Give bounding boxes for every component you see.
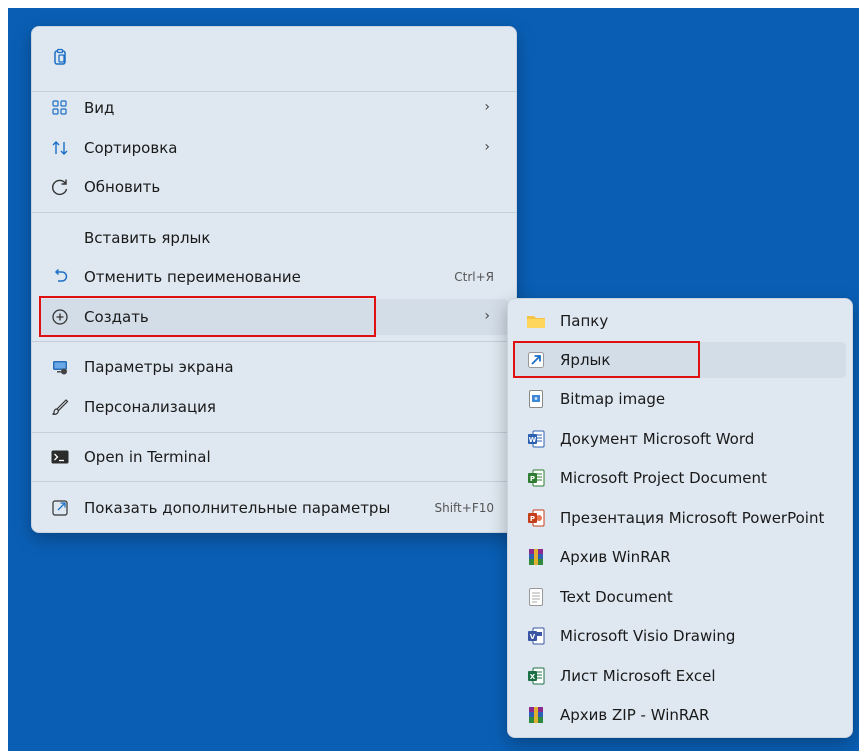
submenu-item-zip[interactable]: Архив ZIP - WinRAR <box>514 697 846 733</box>
submenu-item-label: Microsoft Visio Drawing <box>560 627 736 645</box>
project-icon: P <box>526 468 546 488</box>
terminal-icon <box>50 447 70 467</box>
shortcut-hint: Ctrl+Я <box>454 270 494 284</box>
menu-item-refresh[interactable]: Обновить <box>40 169 508 205</box>
display-settings-icon <box>50 357 70 377</box>
chevron-right-icon: › <box>484 139 490 155</box>
open-external-icon <box>50 498 70 518</box>
submenu-item-label: Лист Microsoft Excel <box>560 667 716 685</box>
menu-item-sort[interactable]: Сортировка › <box>40 130 508 166</box>
annotation-highlight-create <box>39 296 376 337</box>
menu-divider <box>32 341 516 342</box>
word-icon: W <box>526 429 546 449</box>
refresh-icon <box>50 177 70 197</box>
submenu-item-label: Text Document <box>560 588 673 606</box>
menu-item-show-more-options[interactable]: Показать дополнительные параметры Shift+… <box>40 490 508 526</box>
visio-icon: V <box>526 626 546 646</box>
shortcut-hint: Shift+F10 <box>434 501 494 515</box>
annotation-highlight-shortcut <box>513 341 700 378</box>
submenu-item-project[interactable]: P Microsoft Project Document <box>514 460 846 496</box>
context-menu: Вид › Сортировка › Обновить Вставить ярл… <box>31 26 517 533</box>
submenu-item-label: Архив ZIP - WinRAR <box>560 706 710 724</box>
powerpoint-icon: P <box>526 508 546 528</box>
submenu-item-label: Архив WinRAR <box>560 548 671 566</box>
clipboard-icon <box>50 47 70 67</box>
menu-item-label: Вставить ярлык <box>84 229 211 247</box>
submenu-item-powerpoint[interactable]: P Презентация Microsoft PowerPoint <box>514 500 846 536</box>
paste-button[interactable] <box>40 39 80 75</box>
submenu-item-label: Документ Microsoft Word <box>560 430 755 448</box>
menu-item-label: Персонализация <box>84 398 216 416</box>
svg-text:W: W <box>529 436 537 444</box>
menu-item-label: Сортировка <box>84 139 178 157</box>
menu-item-label: Параметры экрана <box>84 358 234 376</box>
submenu-item-winrar[interactable]: Архив WinRAR <box>514 539 846 575</box>
svg-text:P: P <box>530 475 535 483</box>
chevron-right-icon: › <box>484 308 490 324</box>
menu-item-label: Обновить <box>84 178 161 196</box>
submenu-item-label: Презентация Microsoft PowerPoint <box>560 509 825 527</box>
submenu-item-label: Bitmap image <box>560 390 666 408</box>
grid-icon <box>50 98 70 118</box>
menu-divider <box>32 212 516 213</box>
menu-item-personalization[interactable]: Персонализация <box>40 389 508 425</box>
menu-item-undo-rename[interactable]: Отменить переименование Ctrl+Я <box>40 259 508 295</box>
submenu-item-text-document[interactable]: Text Document <box>514 579 846 615</box>
submenu-item-bitmap[interactable]: Bitmap image <box>514 381 846 417</box>
submenu-item-folder[interactable]: Папку <box>514 303 846 339</box>
menu-divider <box>32 481 516 482</box>
menu-item-display-settings[interactable]: Параметры экрана <box>40 349 508 385</box>
winrar-zip-icon <box>526 705 546 725</box>
excel-icon: X <box>526 666 546 686</box>
svg-text:X: X <box>530 673 536 681</box>
winrar-icon <box>526 547 546 567</box>
svg-text:V: V <box>530 633 536 641</box>
folder-icon <box>526 311 546 331</box>
submenu-item-excel[interactable]: X Лист Microsoft Excel <box>514 658 846 694</box>
submenu-item-label: Microsoft Project Document <box>560 469 767 487</box>
sort-arrows-icon <box>50 138 70 158</box>
text-document-icon <box>526 587 546 607</box>
undo-icon <box>50 267 70 287</box>
menu-item-label: Open in Terminal <box>84 448 211 466</box>
menu-item-paste-shortcut[interactable]: Вставить ярлык <box>40 220 508 256</box>
brush-icon <box>50 397 70 417</box>
chevron-right-icon: › <box>484 99 490 115</box>
menu-item-open-terminal[interactable]: Open in Terminal <box>40 439 508 475</box>
menu-item-label: Вид <box>84 99 115 117</box>
menu-divider <box>32 432 516 433</box>
bitmap-icon <box>526 389 546 409</box>
submenu-item-label: Папку <box>560 312 609 330</box>
submenu-item-visio[interactable]: V Microsoft Visio Drawing <box>514 618 846 654</box>
menu-item-label: Показать дополнительные параметры <box>84 499 391 517</box>
submenu-item-word[interactable]: W Документ Microsoft Word <box>514 421 846 457</box>
svg-text:P: P <box>530 515 535 523</box>
menu-item-view[interactable]: Вид › <box>40 90 508 126</box>
menu-item-label: Отменить переименование <box>84 268 301 286</box>
